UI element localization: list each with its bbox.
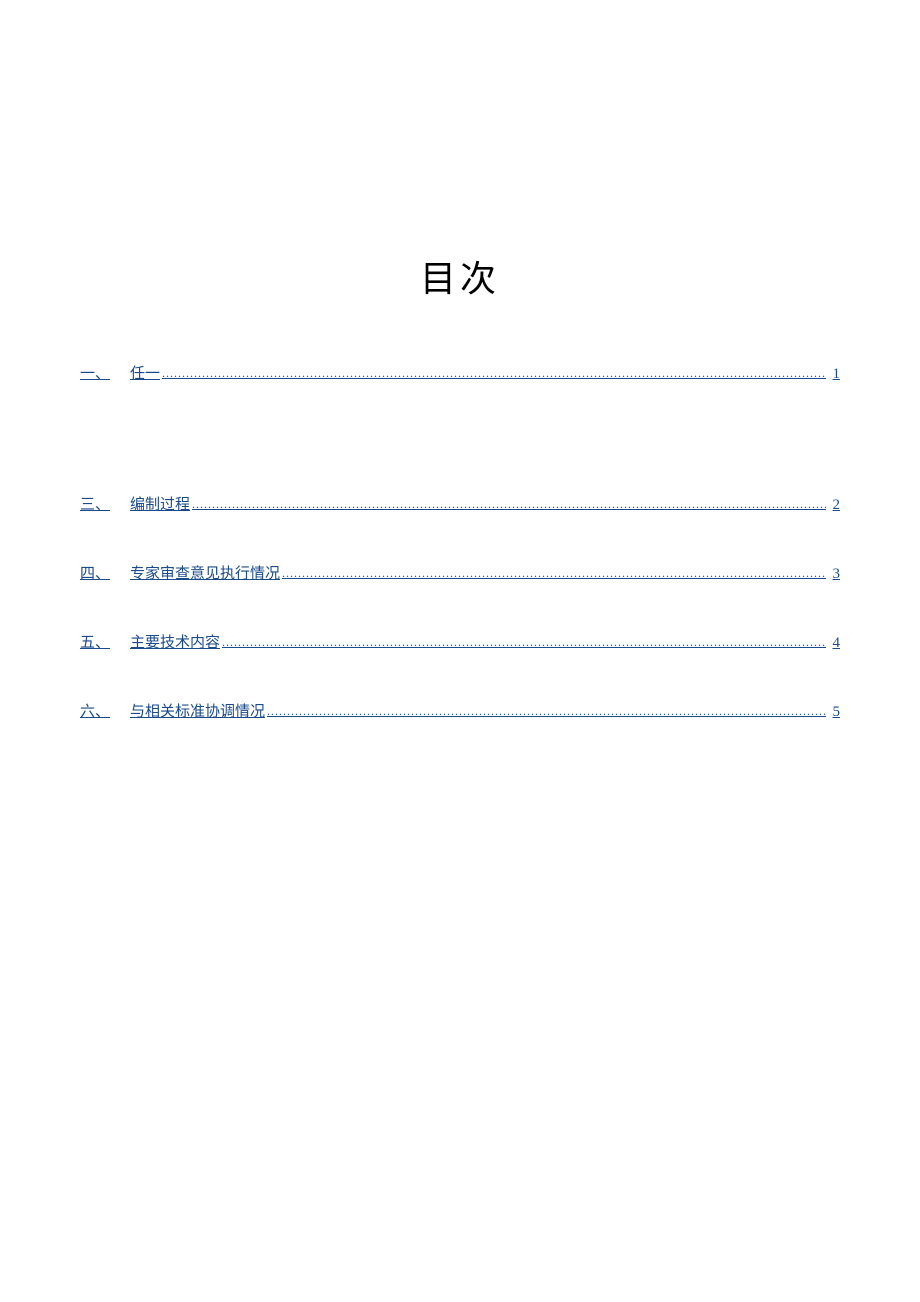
toc-leader-dots: ........................................…	[267, 704, 826, 719]
toc-entry-1[interactable]: 一、 任一 ..................................…	[80, 362, 840, 383]
toc-page-number: 2	[828, 497, 840, 514]
toc-number: 一、	[80, 362, 130, 383]
toc-leader-dots: ........................................…	[162, 366, 826, 381]
table-of-contents: 一、 任一 ..................................…	[80, 362, 840, 721]
toc-entry-5[interactable]: 五、 主要技术内容 ..............................…	[80, 631, 840, 652]
toc-leader-dots: ........................................…	[192, 497, 826, 512]
page-title: 目次	[80, 250, 840, 302]
toc-label: 编制过程	[130, 493, 190, 514]
toc-page-number: 5	[828, 704, 840, 721]
toc-label: 与相关标准协调情况	[130, 700, 265, 721]
toc-number: 五、	[80, 631, 130, 652]
toc-page-number: 4	[828, 635, 840, 652]
toc-label: 任一	[130, 362, 160, 383]
toc-page-number: 1	[828, 366, 840, 383]
toc-label: 主要技术内容	[130, 631, 220, 652]
toc-number: 六、	[80, 700, 130, 721]
toc-number: 三、	[80, 493, 130, 514]
toc-entry-6[interactable]: 六、 与相关标准协调情况 ...........................…	[80, 700, 840, 721]
document-page: 目次 一、 任一 ...............................…	[0, 0, 920, 849]
toc-label: 专家审查意见执行情况	[130, 562, 280, 583]
toc-entry-4[interactable]: 四、 专家审查意见执行情况 ..........................…	[80, 562, 840, 583]
toc-entry-3[interactable]: 三、 编制过程 ................................…	[80, 493, 840, 514]
toc-leader-dots: ........................................…	[222, 635, 826, 650]
toc-leader-dots: ........................................…	[282, 566, 826, 581]
toc-page-number: 3	[828, 566, 840, 583]
toc-number: 四、	[80, 562, 130, 583]
